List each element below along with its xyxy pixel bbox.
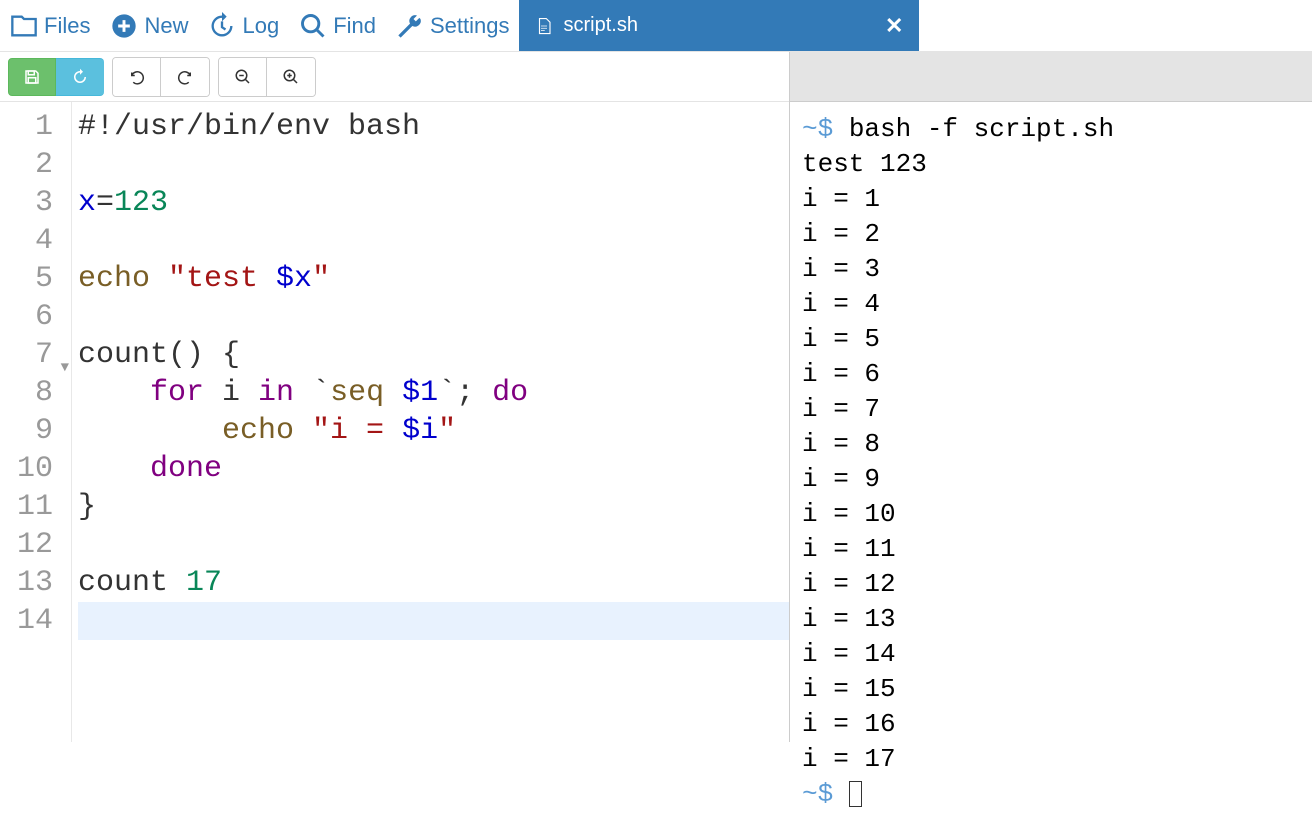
- terminal-toolbar-bg: [789, 52, 1312, 102]
- zoom-in-icon: [282, 68, 300, 86]
- zoom-out-button[interactable]: [219, 58, 267, 96]
- file-icon: [535, 17, 553, 35]
- terminal-cursor: [849, 781, 862, 807]
- line-number: 12: [0, 526, 71, 564]
- code-line[interactable]: [78, 222, 789, 260]
- save-button[interactable]: [8, 58, 56, 96]
- nav-files-label: Files: [44, 13, 90, 39]
- tab-filename: script.sh: [563, 14, 637, 37]
- file-tab[interactable]: script.sh ✕: [519, 0, 919, 51]
- code-line[interactable]: [78, 526, 789, 564]
- nav-new-label: New: [144, 13, 188, 39]
- history-icon: [71, 68, 89, 86]
- undo-button[interactable]: [113, 58, 161, 96]
- history-button[interactable]: [56, 58, 104, 96]
- code-area[interactable]: #!/usr/bin/env bash x=123 echo "test $x" co…: [72, 102, 789, 742]
- terminal-pane[interactable]: ~$ bash -f script.shtest 123i = 1i = 2i …: [789, 102, 1312, 742]
- code-line[interactable]: count 17: [78, 564, 789, 602]
- line-number: 9: [0, 412, 71, 450]
- line-number: 14: [0, 602, 71, 640]
- line-number-gutter: 1234567▼891011121314: [0, 102, 72, 742]
- line-number: 7▼: [0, 336, 71, 374]
- line-number: 3: [0, 184, 71, 222]
- line-number: 1: [0, 108, 71, 146]
- nav-settings[interactable]: Settings: [386, 0, 520, 51]
- line-number: 6: [0, 298, 71, 336]
- code-line[interactable]: [78, 146, 789, 184]
- nav-settings-label: Settings: [430, 13, 510, 39]
- topbar: Files New Log Find Settings script.sh ✕: [0, 0, 1312, 52]
- nav-new[interactable]: New: [100, 0, 198, 51]
- close-icon[interactable]: ✕: [885, 13, 903, 39]
- code-line[interactable]: [78, 298, 789, 336]
- code-line[interactable]: for i in `seq $1`; do: [78, 374, 789, 412]
- code-line[interactable]: x=123: [78, 184, 789, 222]
- code-line[interactable]: }: [78, 488, 789, 526]
- folder-icon: [10, 12, 38, 40]
- history-icon: [208, 12, 236, 40]
- code-line[interactable]: count() {: [78, 336, 789, 374]
- zoom-group: [218, 57, 316, 97]
- line-number: 5: [0, 260, 71, 298]
- nav-find-label: Find: [333, 13, 376, 39]
- code-line[interactable]: echo "test $x": [78, 260, 789, 298]
- zoom-in-button[interactable]: [267, 58, 315, 96]
- line-number: 11: [0, 488, 71, 526]
- code-line[interactable]: echo "i = $i": [78, 412, 789, 450]
- undo-icon: [128, 68, 146, 86]
- save-icon: [23, 68, 41, 86]
- redo-button[interactable]: [161, 58, 209, 96]
- editor-pane[interactable]: 1234567▼891011121314 #!/usr/bin/env bash…: [0, 102, 789, 742]
- line-number: 8: [0, 374, 71, 412]
- line-number: 2: [0, 146, 71, 184]
- code-line[interactable]: done: [78, 450, 789, 488]
- terminal-output[interactable]: ~$ bash -f script.shtest 123i = 1i = 2i …: [790, 102, 1312, 822]
- wrench-icon: [396, 12, 424, 40]
- redo-icon: [176, 68, 194, 86]
- main-area: 1234567▼891011121314 #!/usr/bin/env bash…: [0, 102, 1312, 742]
- undo-redo-group: [112, 57, 210, 97]
- nav-log-label: Log: [242, 13, 279, 39]
- zoom-out-icon: [234, 68, 252, 86]
- nav-find[interactable]: Find: [289, 0, 386, 51]
- nav-files[interactable]: Files: [0, 0, 100, 51]
- search-icon: [299, 12, 327, 40]
- line-number: 4: [0, 222, 71, 260]
- nav-log[interactable]: Log: [198, 0, 289, 51]
- code-line[interactable]: [78, 602, 789, 640]
- plus-circle-icon: [110, 12, 138, 40]
- code-line[interactable]: #!/usr/bin/env bash: [78, 108, 789, 146]
- line-number: 13: [0, 564, 71, 602]
- line-number: 10: [0, 450, 71, 488]
